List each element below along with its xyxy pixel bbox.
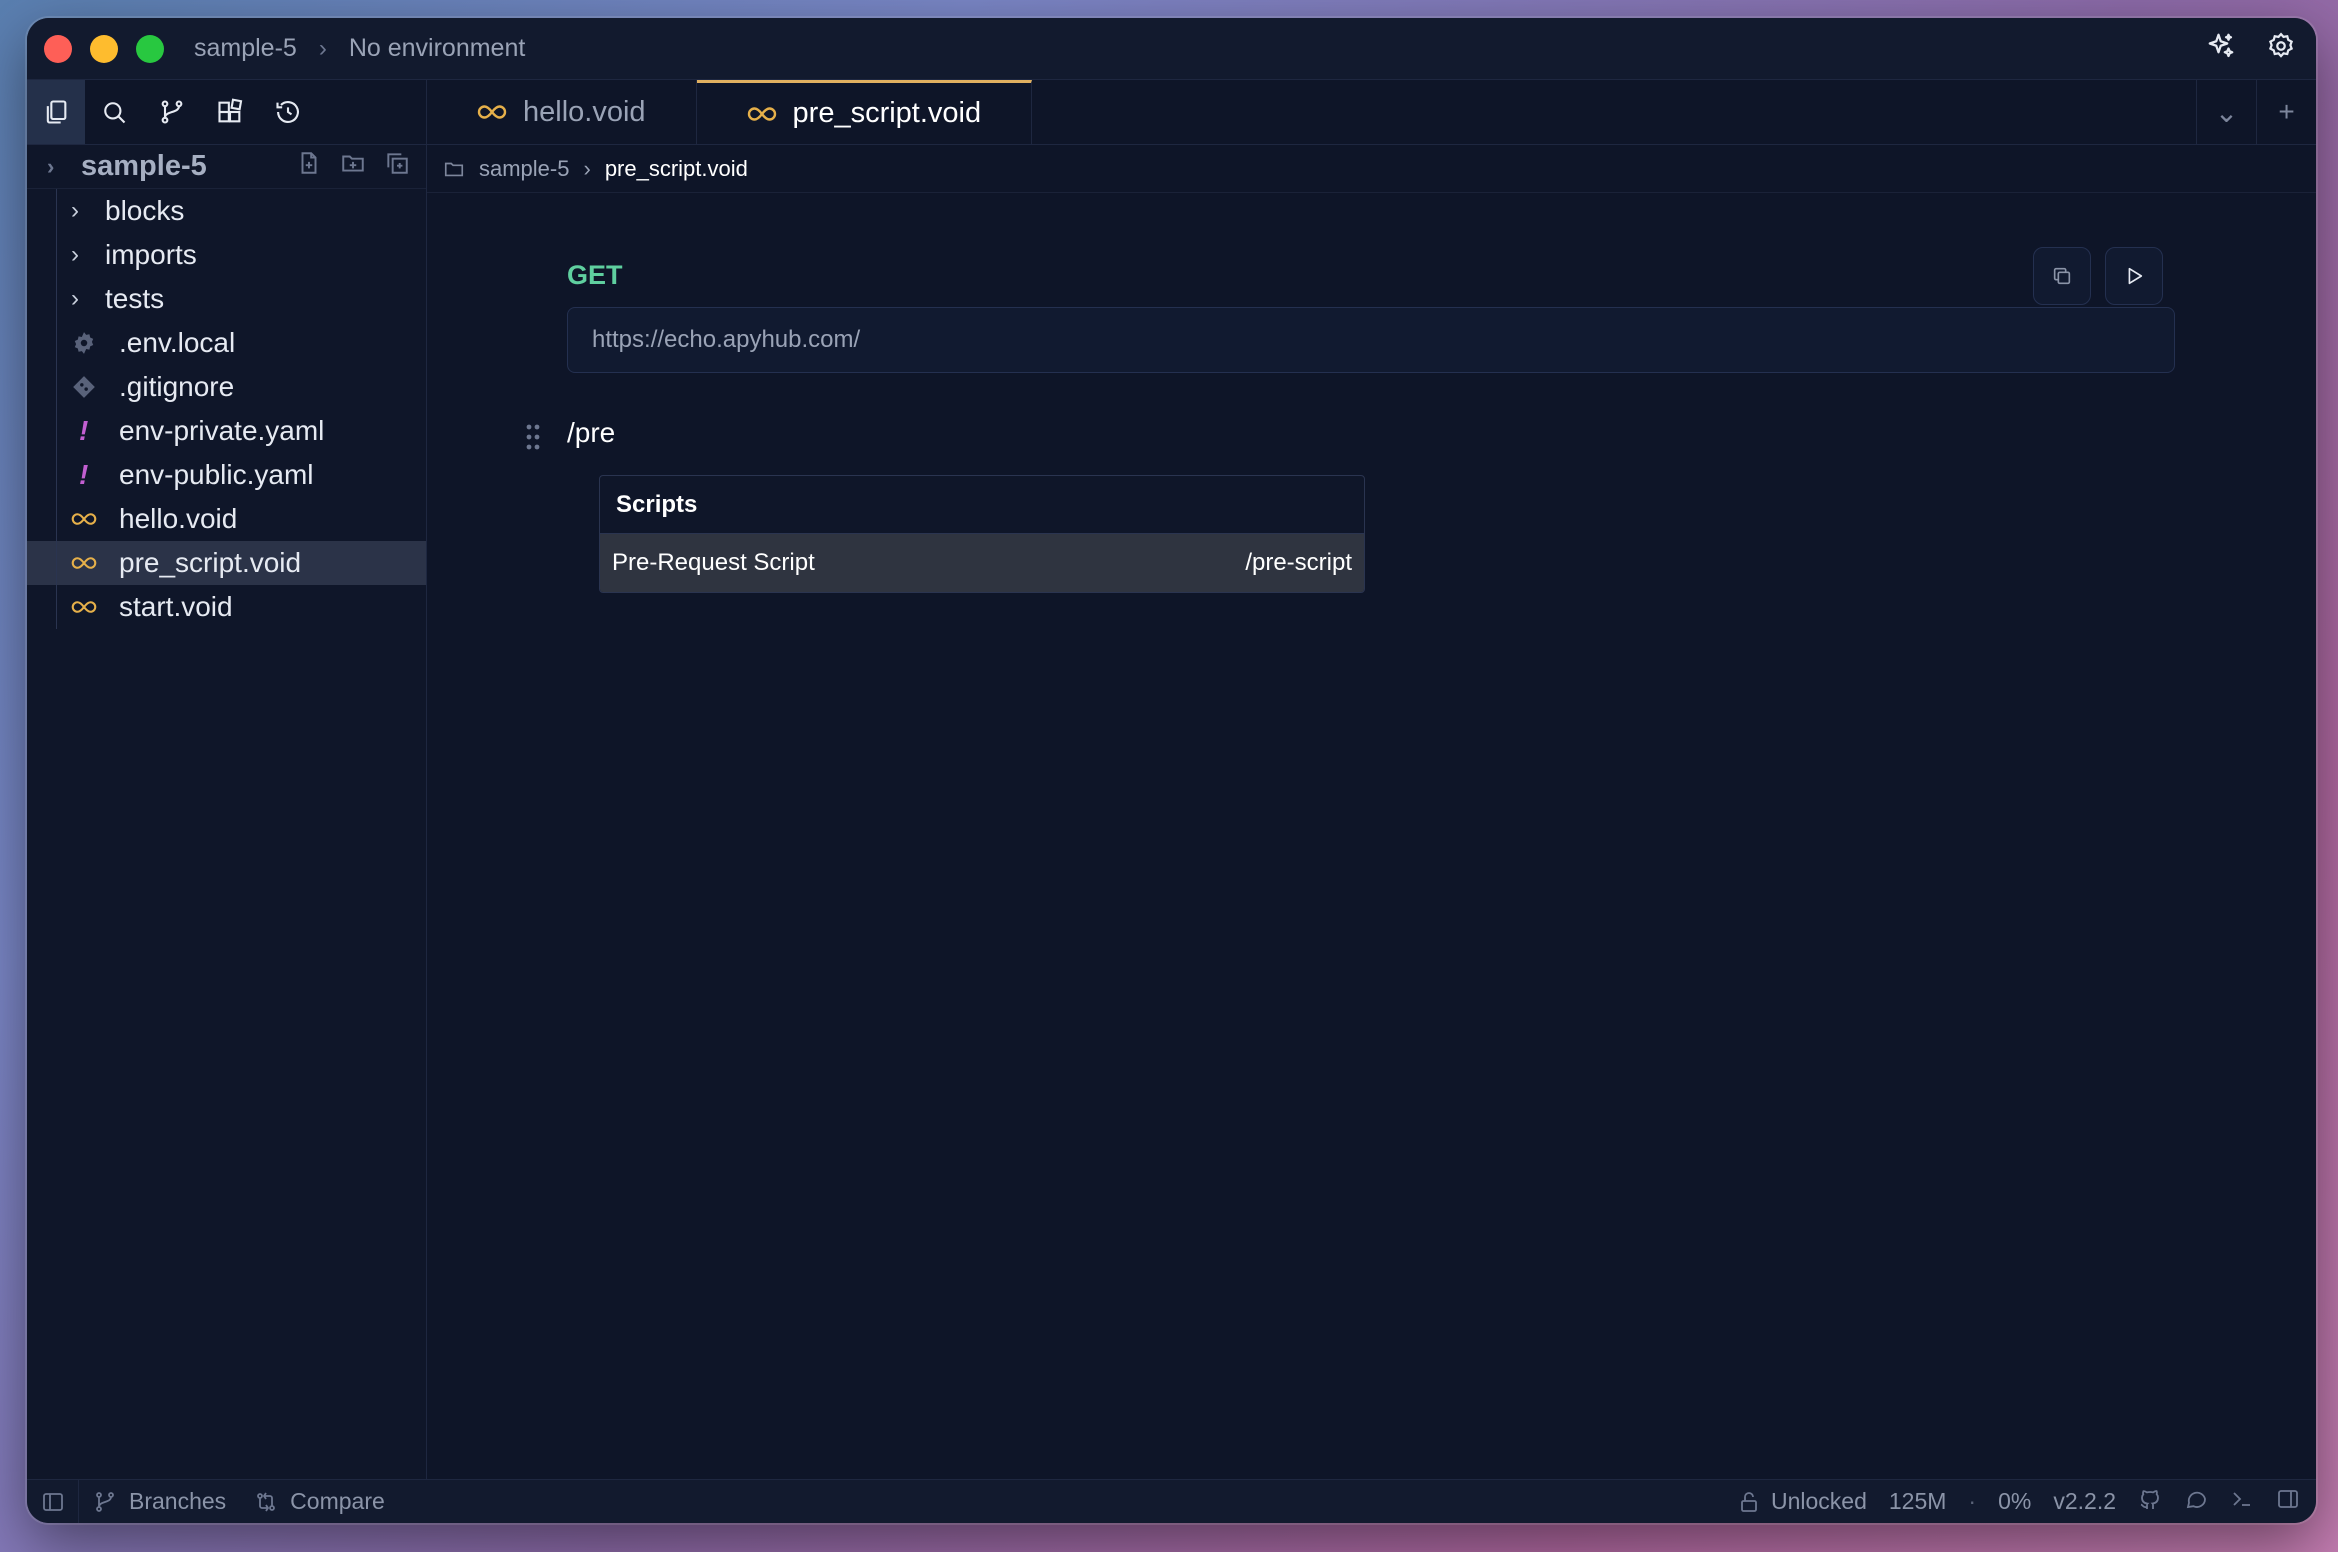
gear-icon: [71, 330, 107, 356]
new-folder-icon[interactable]: [340, 150, 366, 184]
tree-file-pre-script-void[interactable]: pre_script.void: [27, 541, 426, 585]
menu-item-pre-request-script[interactable]: Pre-Request Script /pre-script: [600, 534, 1364, 592]
exclamation-icon: !: [79, 415, 89, 446]
chevron-down-icon: ⌄: [2214, 96, 2239, 128]
history-icon: [276, 101, 299, 123]
chevron-right-icon: ›: [47, 153, 55, 179]
memory-usage: 125M: [1888, 1488, 1947, 1514]
tree-folder-imports[interactable]: › imports: [27, 233, 426, 277]
tree-file-hello-void[interactable]: hello.void: [27, 497, 426, 541]
app-version: v2.2.2: [2053, 1488, 2116, 1514]
git-diamond-icon: [71, 374, 107, 400]
sidebar-right-icon[interactable]: [2276, 1487, 2300, 1517]
file-tree: › blocks › imports › tests .env.local .g…: [27, 189, 426, 629]
cpu-usage: 0%: [1998, 1488, 2032, 1514]
request-block: GET https://echo.apyhub.com/: [567, 247, 2175, 373]
run-request-button[interactable]: [2105, 247, 2163, 305]
folder-icon: [444, 162, 464, 176]
sidebar-left-icon: [42, 1492, 63, 1511]
tree-file-env-local[interactable]: .env.local: [27, 321, 426, 365]
sparkles-icon[interactable]: [2206, 31, 2236, 66]
separator-dot: ·: [1968, 1488, 1977, 1514]
title-bar: sample-5 › No environment: [27, 18, 2316, 80]
blocks-icon: [218, 98, 243, 123]
chevron-right-icon: ›: [71, 197, 79, 224]
drag-handle-icon[interactable]: [525, 423, 541, 458]
chevron-right-icon: ›: [71, 285, 79, 312]
status-bar: Branches Compare Unlocked 125M · 0% v2.2…: [27, 1479, 2316, 1523]
url-input[interactable]: https://echo.apyhub.com/: [567, 307, 2175, 373]
infinity-icon: [477, 105, 507, 119]
tree-folder-tests[interactable]: › tests: [27, 277, 426, 321]
history-button[interactable]: [259, 80, 317, 144]
search-icon: [104, 102, 126, 124]
github-icon[interactable]: [2138, 1487, 2162, 1517]
slash-command-menu: Scripts Pre-Request Script /pre-script: [599, 475, 1365, 593]
slash-command-text: /pre: [567, 417, 616, 448]
lock-status[interactable]: Unlocked: [1737, 1488, 1867, 1515]
compare-icon: [257, 1492, 276, 1511]
file-explorer: › sample-5 › blocks › imports › tests .e…: [27, 145, 427, 1479]
tab-list-button[interactable]: ⌄: [2196, 80, 2256, 144]
files-button[interactable]: [27, 80, 85, 144]
http-method[interactable]: GET: [567, 255, 2175, 295]
editor-tabs: hello.void pre_script.void ⌄ +: [427, 80, 2316, 144]
plus-icon: +: [2278, 96, 2295, 127]
tab-hello-void[interactable]: hello.void: [427, 80, 697, 144]
exclamation-icon: !: [79, 459, 89, 490]
terminal-icon[interactable]: [2230, 1487, 2254, 1517]
git-branch-icon: [96, 1491, 114, 1512]
activity-bar: [27, 80, 427, 144]
breadcrumb-folder[interactable]: sample-5: [479, 156, 569, 182]
breadcrumb-file[interactable]: pre_script.void: [605, 156, 748, 182]
tree-file-env-public-yaml[interactable]: ! env-public.yaml: [27, 453, 426, 497]
editor-area: sample-5 › pre_script.void GET https://e…: [427, 145, 2316, 1479]
chevron-right-icon: ›: [318, 34, 327, 62]
tab-pre-script-void[interactable]: pre_script.void: [696, 80, 1033, 144]
chat-icon[interactable]: [2184, 1487, 2208, 1517]
branches-button[interactable]: Branches: [79, 1488, 240, 1515]
search-button[interactable]: [85, 80, 143, 144]
editor-line[interactable]: /pre: [526, 417, 616, 450]
unlock-icon: [1741, 1491, 1757, 1512]
toggle-sidebar-button[interactable]: [27, 1480, 79, 1523]
copy-icon: [2053, 267, 2071, 285]
close-window-button[interactable]: [44, 34, 72, 63]
window-controls: [44, 34, 164, 63]
play-icon: [2128, 267, 2143, 285]
environment-selector[interactable]: No environment: [349, 34, 525, 63]
infinity-icon: [71, 506, 107, 532]
tree-folder-blocks[interactable]: › blocks: [27, 189, 426, 233]
breadcrumb: sample-5 › pre_script.void: [427, 145, 2316, 193]
tree-file-gitignore[interactable]: .gitignore: [27, 365, 426, 409]
tree-file-env-private-yaml[interactable]: ! env-private.yaml: [27, 409, 426, 453]
compare-button[interactable]: Compare: [240, 1488, 399, 1515]
git-button[interactable]: [143, 80, 201, 144]
menu-section-header: Scripts: [600, 476, 1364, 534]
maximize-window-button[interactable]: [136, 34, 164, 63]
top-row: hello.void pre_script.void ⌄ +: [27, 80, 2316, 145]
blocks-button[interactable]: [201, 80, 259, 144]
chevron-right-icon: ›: [583, 155, 591, 181]
project-name[interactable]: sample-5: [194, 34, 297, 63]
infinity-icon: [71, 550, 107, 576]
infinity-icon: [747, 106, 776, 121]
chevron-right-icon: ›: [71, 241, 79, 268]
minimize-window-button[interactable]: [90, 34, 118, 63]
app-window: sample-5 › No environment hello.void pre…: [27, 18, 2316, 1523]
tree-file-start-void[interactable]: start.void: [27, 585, 426, 629]
project-breadcrumb: sample-5 › No environment: [194, 34, 525, 63]
new-file-icon[interactable]: [296, 150, 322, 184]
copy-button[interactable]: [2033, 247, 2091, 305]
new-tab-button[interactable]: +: [2256, 80, 2316, 144]
infinity-icon: [71, 594, 107, 620]
gear-icon[interactable]: [2266, 31, 2296, 66]
workspace-root[interactable]: › sample-5: [27, 145, 426, 189]
files-icon: [46, 100, 67, 124]
git-branch-icon: [161, 100, 183, 124]
collapse-all-icon[interactable]: [384, 150, 410, 184]
